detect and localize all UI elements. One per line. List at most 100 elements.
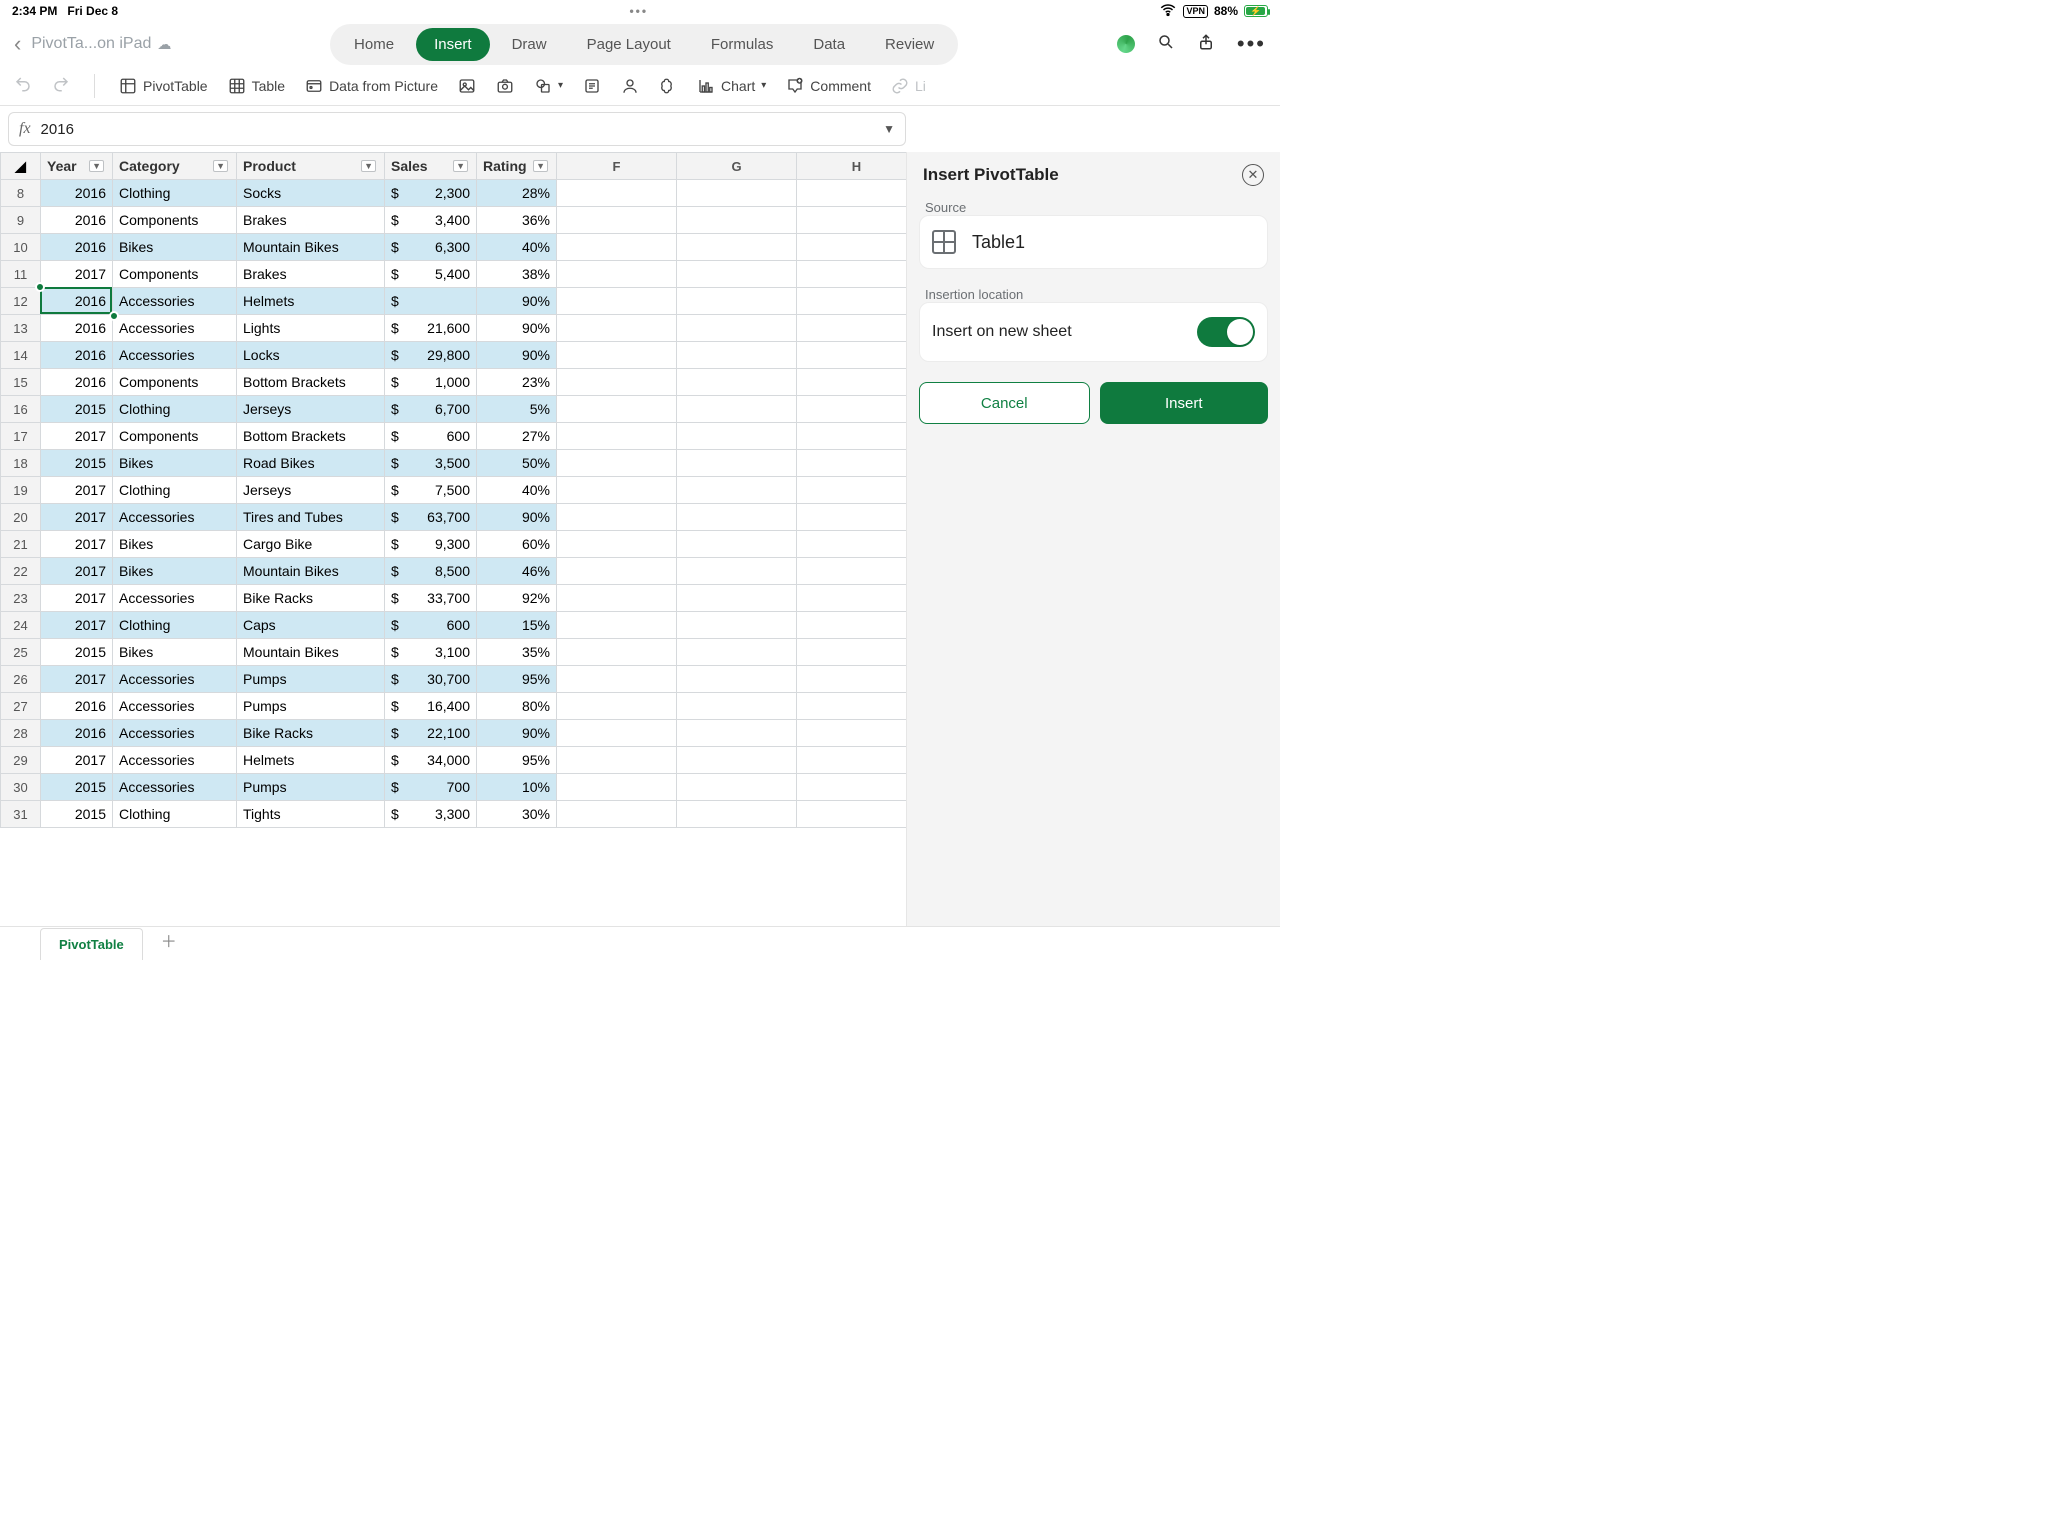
cell-empty[interactable] (557, 423, 677, 450)
formula-value[interactable]: 2016 (41, 121, 884, 138)
cell-empty[interactable] (677, 450, 797, 477)
cell-rating[interactable]: 50% (477, 450, 557, 477)
cell-sales[interactable]: $600 (385, 612, 477, 639)
cell-empty[interactable] (797, 720, 907, 747)
cell-empty[interactable] (797, 612, 907, 639)
cell-empty[interactable] (677, 531, 797, 558)
cell-empty[interactable] (677, 666, 797, 693)
cell-empty[interactable] (677, 342, 797, 369)
cell-rating[interactable]: 30% (477, 801, 557, 828)
table-row[interactable]: 242017ClothingCaps$60015% (1, 612, 907, 639)
cell-rating[interactable]: 95% (477, 747, 557, 774)
cell-sales[interactable]: $34,000 (385, 747, 477, 774)
cell-category[interactable]: Accessories (113, 747, 237, 774)
ribbon-tab-insert[interactable]: Insert (416, 28, 490, 61)
cell-empty[interactable] (557, 612, 677, 639)
cell-category[interactable]: Clothing (113, 477, 237, 504)
column-header-G[interactable]: G (677, 153, 797, 180)
cell-sales[interactable]: $22,100 (385, 720, 477, 747)
cell-empty[interactable] (797, 180, 907, 207)
cell-empty[interactable] (677, 423, 797, 450)
cell-rating[interactable]: 90% (477, 504, 557, 531)
cell-category[interactable]: Clothing (113, 396, 237, 423)
cell-year[interactable]: 2015 (41, 450, 113, 477)
cell-empty[interactable] (797, 288, 907, 315)
cell-empty[interactable] (797, 261, 907, 288)
cell-empty[interactable] (797, 315, 907, 342)
cell-sales[interactable]: $3,500 (385, 450, 477, 477)
cell-product[interactable]: Caps (237, 612, 385, 639)
cell-year[interactable]: 2016 (41, 180, 113, 207)
cell-empty[interactable] (797, 639, 907, 666)
cell-empty[interactable] (677, 369, 797, 396)
cell-product[interactable]: Tires and Tubes (237, 504, 385, 531)
cell-empty[interactable] (797, 666, 907, 693)
cell-empty[interactable] (797, 504, 907, 531)
pivot-table-button[interactable]: PivotTable (119, 77, 208, 95)
addins-icon[interactable] (659, 77, 677, 95)
row-header[interactable]: 27 (1, 693, 41, 720)
cell-empty[interactable] (557, 180, 677, 207)
cell-year[interactable]: 2016 (41, 693, 113, 720)
column-header-product[interactable]: Product▼ (237, 153, 385, 180)
cell-year[interactable]: 2017 (41, 504, 113, 531)
copilot-icon[interactable] (1114, 32, 1137, 55)
cell-empty[interactable] (797, 207, 907, 234)
row-header[interactable]: 30 (1, 774, 41, 801)
cell-empty[interactable] (557, 747, 677, 774)
cell-rating[interactable]: 90% (477, 288, 557, 315)
cell-empty[interactable] (677, 693, 797, 720)
cell-category[interactable]: Components (113, 207, 237, 234)
row-header[interactable]: 31 (1, 801, 41, 828)
data-from-picture-button[interactable]: Data from Picture (305, 77, 438, 95)
cell-product[interactable]: Bike Racks (237, 720, 385, 747)
row-header[interactable]: 20 (1, 504, 41, 531)
table-row[interactable]: 82016ClothingSocks$2,30028% (1, 180, 907, 207)
cell-rating[interactable]: 80% (477, 693, 557, 720)
cell-empty[interactable] (797, 747, 907, 774)
spreadsheet-grid[interactable]: ◢ Year▼Category▼Product▼Sales▼Rating▼FGH… (0, 152, 906, 926)
cell-empty[interactable] (797, 342, 907, 369)
cell-category[interactable]: Components (113, 423, 237, 450)
row-header[interactable]: 25 (1, 639, 41, 666)
pictures-button[interactable] (458, 77, 476, 95)
cell-rating[interactable]: 60% (477, 531, 557, 558)
cell-product[interactable]: Mountain Bikes (237, 639, 385, 666)
cell-empty[interactable] (797, 369, 907, 396)
cancel-button[interactable]: Cancel (919, 382, 1090, 424)
cell-empty[interactable] (677, 612, 797, 639)
row-header[interactable]: 29 (1, 747, 41, 774)
cell-rating[interactable]: 90% (477, 315, 557, 342)
back-button[interactable]: ‹ (14, 31, 21, 57)
table-row[interactable]: 132016AccessoriesLights$21,60090% (1, 315, 907, 342)
column-header-sales[interactable]: Sales▼ (385, 153, 477, 180)
cell-product[interactable]: Locks (237, 342, 385, 369)
cell-year[interactable]: 2017 (41, 747, 113, 774)
cell-rating[interactable]: 35% (477, 639, 557, 666)
cell-empty[interactable] (797, 423, 907, 450)
cell-empty[interactable] (557, 720, 677, 747)
row-header[interactable]: 10 (1, 234, 41, 261)
table-row[interactable]: 222017BikesMountain Bikes$8,50046% (1, 558, 907, 585)
ribbon-tab-data[interactable]: Data (795, 28, 863, 61)
cell-sales[interactable]: $600 (385, 423, 477, 450)
row-header[interactable]: 23 (1, 585, 41, 612)
cell-rating[interactable]: 38% (477, 261, 557, 288)
cell-sales[interactable]: $29,800 (385, 342, 477, 369)
row-header[interactable]: 14 (1, 342, 41, 369)
cell-year[interactable]: 2016 (41, 315, 113, 342)
table-row[interactable]: 312015ClothingTights$3,30030% (1, 801, 907, 828)
cell-empty[interactable] (557, 639, 677, 666)
cell-empty[interactable] (557, 396, 677, 423)
cell-empty[interactable] (557, 234, 677, 261)
table-row[interactable]: 92016ComponentsBrakes$3,40036% (1, 207, 907, 234)
cell-year[interactable]: 2016 (41, 369, 113, 396)
cell-category[interactable]: Accessories (113, 504, 237, 531)
cell-year[interactable]: 2017 (41, 531, 113, 558)
close-icon[interactable]: ✕ (1242, 164, 1264, 186)
cell-category[interactable]: Components (113, 261, 237, 288)
ribbon-tab-page-layout[interactable]: Page Layout (569, 28, 689, 61)
cell-sales[interactable]: $7,500 (385, 477, 477, 504)
cell-empty[interactable] (557, 342, 677, 369)
chevron-down-icon[interactable]: ▼ (883, 122, 895, 136)
